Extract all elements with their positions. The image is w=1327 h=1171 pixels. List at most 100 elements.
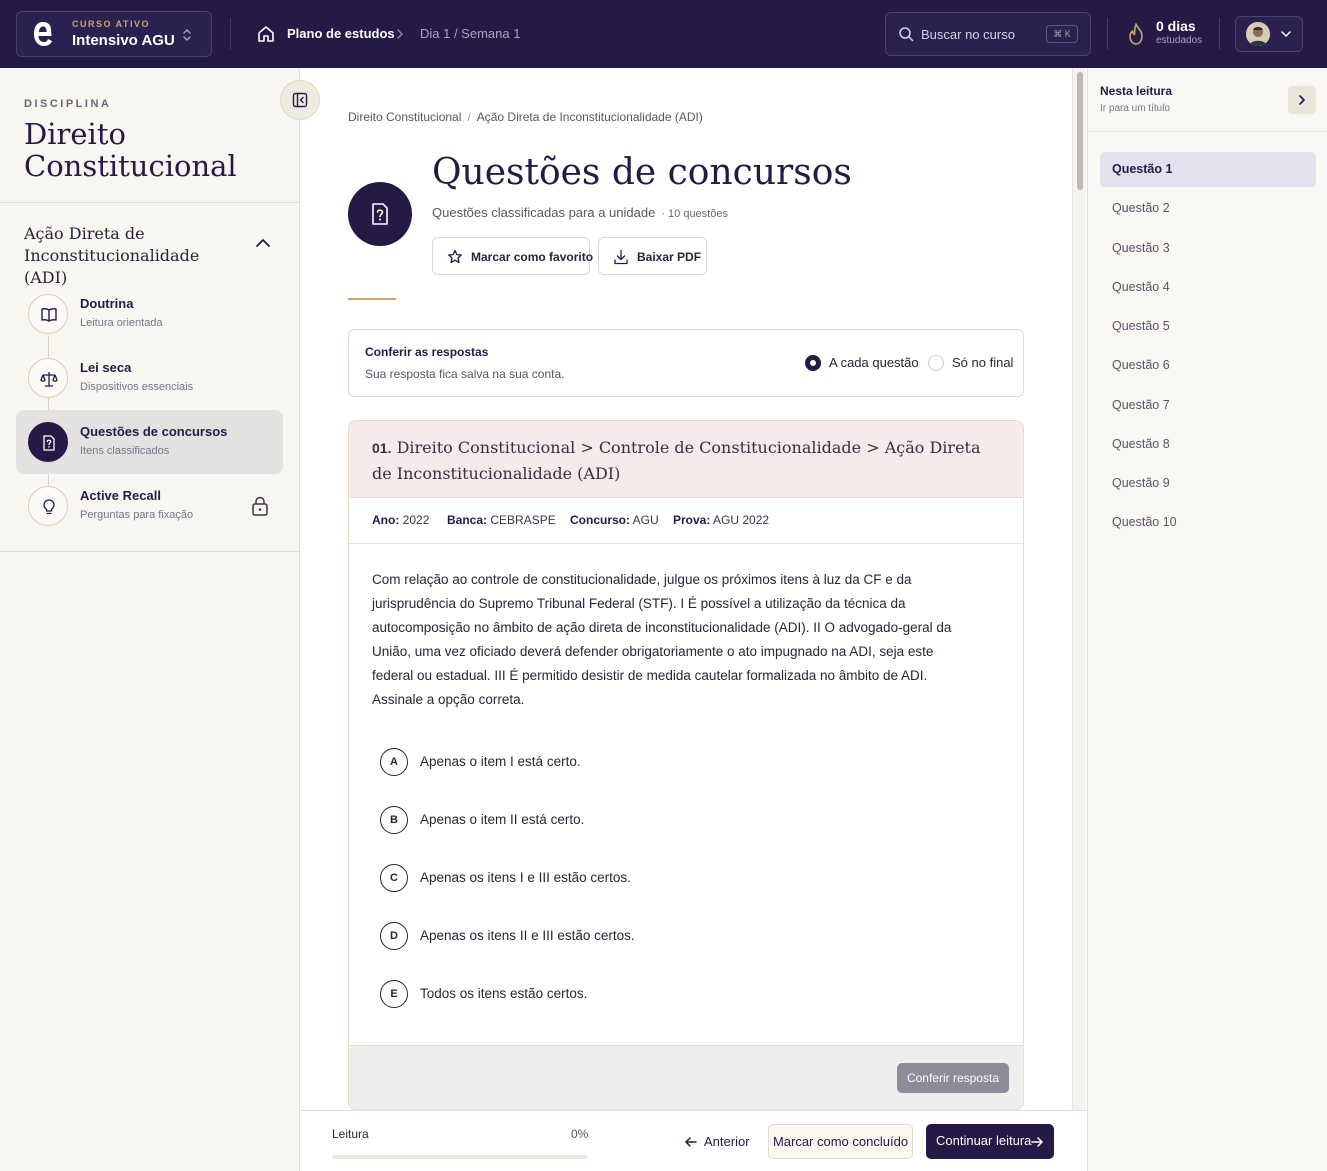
step-doutrina[interactable]: Doutrina Leitura orientada	[16, 282, 283, 346]
scrollbar[interactable]	[1072, 68, 1086, 1171]
option-a[interactable]: A Apenas o item I está certo.	[380, 748, 940, 778]
progress-percent: 0%	[571, 1127, 589, 1141]
question-footer: Conferir resposta	[349, 1045, 1023, 1109]
answer-mode-title: Conferir as respostas	[365, 345, 489, 359]
question-file-icon	[43, 435, 55, 451]
option-e[interactable]: E Todos os itens estão certos.	[380, 980, 940, 1010]
option-c[interactable]: C Apenas os itens I e III estão certos.	[380, 864, 940, 894]
step-icon-circle	[28, 358, 68, 398]
question-path-text: Direito Constitucional > Controle de Con…	[372, 438, 981, 483]
divider	[1219, 18, 1220, 50]
answer-mode-subtitle: Sua resposta fica salva na sua conta.	[365, 367, 565, 381]
chevron-down-icon	[1281, 31, 1291, 38]
outline-item-questao-2[interactable]: Questão 2	[1100, 191, 1316, 226]
lock-icon	[252, 496, 268, 516]
check-answer-button[interactable]: Conferir resposta	[896, 1063, 1009, 1093]
outline-item-questao-10[interactable]: Questão 10	[1100, 505, 1316, 540]
flame-icon	[1129, 23, 1143, 45]
option-text: Todos os itens estão certos.	[420, 986, 588, 1001]
option-text: Apenas os itens II e III estão certos.	[420, 928, 635, 943]
search-input[interactable]: Buscar no curso ⌘ K	[885, 12, 1091, 56]
step-lei-seca[interactable]: Lei seca Dispositivos essenciais	[16, 346, 283, 410]
top-bar: CURSO ATIVO Intensivo AGU Plano de estud…	[0, 0, 1327, 68]
favorite-button[interactable]: Marcar como favorito	[432, 237, 593, 275]
outline-item-label: Questão 6	[1112, 358, 1170, 372]
meta-value: 2022	[402, 513, 430, 527]
option-text: Apenas os itens I e III estão certos.	[420, 870, 631, 885]
outline-item-questao-6[interactable]: Questão 6	[1100, 348, 1316, 383]
user-menu-button[interactable]	[1235, 16, 1303, 52]
chevron-right-icon	[397, 29, 404, 39]
radio-label[interactable]: A cada questão	[829, 355, 919, 370]
page-title: Questões de concursos	[432, 152, 852, 193]
breadcrumb-plan-link[interactable]: Plano de estudos	[287, 26, 395, 41]
outline-item-label: Questão 8	[1112, 437, 1170, 451]
search-placeholder: Buscar no curso	[921, 27, 1015, 42]
question-number: 01.	[372, 440, 392, 456]
outline-item-questao-7[interactable]: Questão 7	[1100, 388, 1316, 423]
breadcrumb: Direito Constitucional / Ação Direta de In…	[348, 110, 703, 124]
question-card: 01. Direito Constitucional > Controle de…	[348, 420, 1024, 1110]
question-meta: Ano: 2022 Banca: CEBRASPE Concurso: AGU …	[349, 498, 1023, 544]
outline-item-questao-4[interactable]: Questão 4	[1100, 270, 1316, 305]
question-header: 01. Direito Constitucional > Controle de…	[349, 421, 1023, 498]
breadcrumb-discipline[interactable]: Direito Constitucional	[348, 110, 461, 124]
question-badge	[348, 182, 412, 246]
course-switcher[interactable]: CURSO ATIVO Intensivo AGU	[16, 11, 212, 57]
home-icon[interactable]	[257, 25, 275, 43]
radio-label[interactable]: Só no final	[952, 355, 1013, 370]
outline-item-questao-9[interactable]: Questão 9	[1100, 466, 1316, 501]
outline-item-questao-8[interactable]: Questão 8	[1100, 427, 1316, 462]
keyboard-shortcut-badge: ⌘ K	[1046, 25, 1078, 43]
collapse-outline-button[interactable]	[1288, 86, 1316, 114]
step-title: Questões de concursos	[80, 424, 228, 439]
step-icon-circle	[28, 486, 68, 526]
radio-each-question[interactable]	[805, 355, 821, 371]
outline-item-questao-1[interactable]: Questão 1	[1100, 152, 1316, 187]
avatar	[1246, 22, 1270, 46]
collapse-sidebar-button[interactable]	[280, 80, 320, 120]
outline-item-questao-5[interactable]: Questão 5	[1100, 309, 1316, 344]
outline-item-label: Questão 1	[1112, 162, 1173, 176]
step-active-recall[interactable]: Active Recall Perguntas para fixação	[16, 474, 283, 538]
radio-at-end[interactable]	[928, 355, 944, 371]
continue-reading-button[interactable]: Continuar leitura	[926, 1124, 1054, 1159]
divider	[1088, 131, 1327, 132]
option-letter: A	[380, 748, 408, 776]
question-statement: Com relação ao controle de constituciona…	[372, 572, 952, 707]
streak-label: estudados	[1156, 35, 1203, 46]
page-subtitle-text: Questões classificadas para a unidade	[432, 205, 656, 220]
option-b[interactable]: B Apenas o item II está certo.	[380, 806, 940, 836]
meta-prova: Prova: AGU 2022	[673, 513, 769, 527]
breadcrumb-topic[interactable]: Ação Direta de Inconstitucionalidade (AD…	[477, 110, 703, 124]
scrollbar-thumb[interactable]	[1077, 72, 1083, 190]
chevron-up-icon[interactable]	[255, 238, 271, 248]
option-d[interactable]: D Apenas os itens II e III estão certos.	[380, 922, 940, 952]
answer-mode-card: Conferir as respostas Sua resposta fica …	[348, 329, 1024, 397]
download-pdf-button[interactable]: Baixar PDF	[598, 237, 707, 275]
accent-divider	[348, 298, 396, 300]
divider	[230, 18, 231, 50]
question-file-icon	[372, 203, 388, 225]
discipline-kicker: DISCIPLINA	[24, 98, 112, 110]
step-questoes[interactable]: Questões de concursos Itens classificado…	[16, 410, 283, 474]
meta-ano: Ano: 2022	[372, 513, 429, 527]
breadcrumb-separator: /	[467, 110, 471, 124]
option-letter: D	[380, 922, 408, 950]
meta-value: CEBRASPE	[490, 513, 556, 527]
breadcrumb-day: Dia 1 / Semana 1	[420, 26, 521, 41]
meta-label: Ano:	[372, 513, 400, 527]
book-icon	[41, 308, 57, 322]
meta-value: AGU 2022	[713, 513, 770, 527]
outline-item-label: Questão 9	[1112, 476, 1170, 490]
search-icon	[899, 27, 914, 42]
outline-item-label: Questão 3	[1112, 241, 1170, 255]
logo-icon	[34, 22, 52, 46]
topic-title[interactable]: Ação Direta de Inconstitucionalidade (AD…	[24, 223, 244, 289]
outline-item-questao-3[interactable]: Questão 3	[1100, 231, 1316, 266]
step-title: Lei seca	[80, 360, 132, 375]
question-path: 01. Direito Constitucional > Controle de…	[372, 435, 992, 487]
course-name: Intensivo AGU	[72, 32, 175, 49]
mark-complete-button[interactable]: Marcar como concluído	[768, 1124, 913, 1159]
step-subtitle: Leitura orientada	[80, 317, 163, 329]
